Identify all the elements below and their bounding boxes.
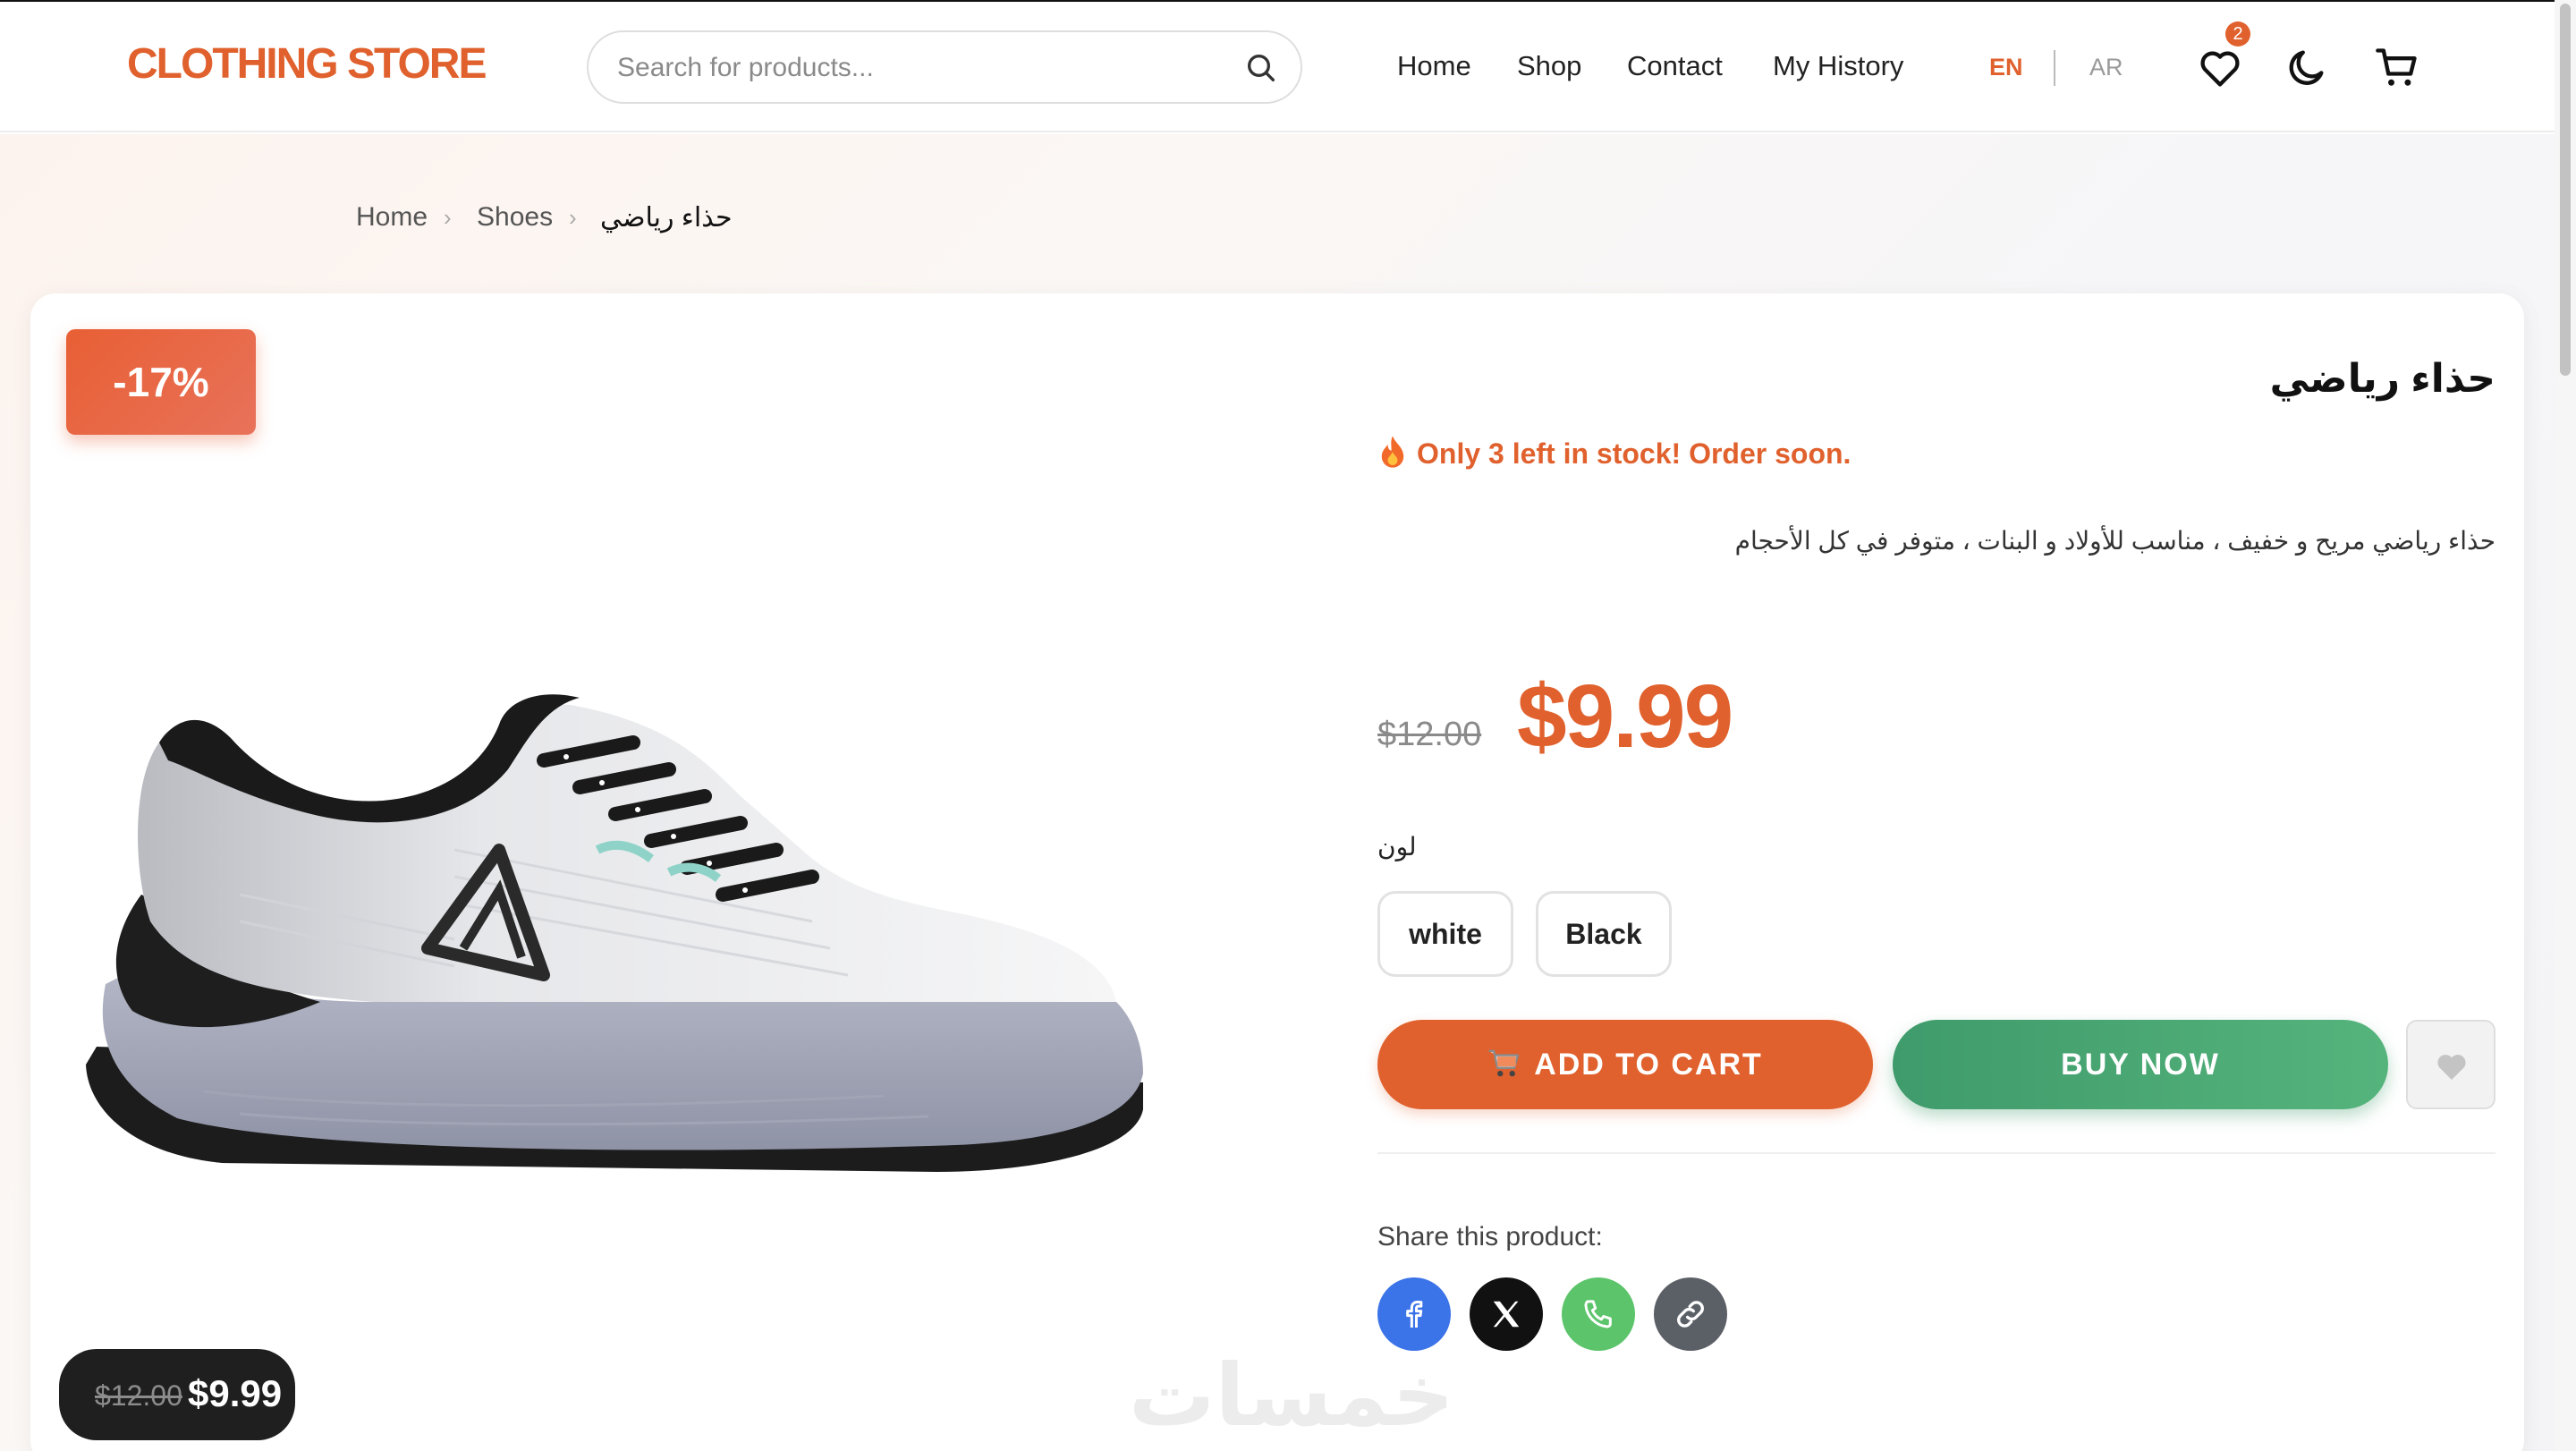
heart-icon	[2437, 1055, 2466, 1080]
color-option-black[interactable]: Black	[1536, 891, 1672, 977]
add-to-cart-label: ADD TO CART	[1534, 1048, 1763, 1082]
wishlist-count-badge: 2	[2225, 21, 2250, 47]
breadcrumb-chevron-icon: ›	[569, 204, 577, 231]
add-to-wishlist-button[interactable]	[2406, 1020, 2496, 1109]
add-to-cart-button[interactable]: ADD TO CART	[1377, 1020, 1873, 1109]
search-input[interactable]	[617, 48, 1225, 88]
product-image[interactable]	[79, 689, 1170, 1190]
shopping-cart-icon	[1488, 1049, 1520, 1077]
facebook-icon	[1406, 1301, 1423, 1328]
sale-price: $9.99	[1517, 666, 1733, 767]
lang-divider	[2054, 50, 2055, 86]
original-price: $12.00	[1377, 716, 1482, 753]
sticky-original-price: $12.00	[95, 1379, 182, 1412]
buy-now-button[interactable]: BUY NOW	[1893, 1020, 2388, 1109]
phone-icon	[1584, 1300, 1612, 1328]
lang-ar-button[interactable]: AR	[2089, 54, 2123, 81]
stock-warning: Only 3 left in stock! Order soon.	[1377, 435, 1851, 471]
breadcrumb-shoes[interactable]: Shoes	[477, 202, 553, 233]
sticky-sale-price: $9.99	[188, 1372, 283, 1414]
scrollbar-thumb[interactable]	[2560, 4, 2571, 376]
site-header: CLOTHING STORE Home Shop Contact My Hist…	[0, 2, 2555, 132]
breadcrumb-home[interactable]: Home	[356, 202, 428, 233]
share-x-button[interactable]	[1470, 1277, 1543, 1351]
nav-shop[interactable]: Shop	[1517, 50, 1581, 82]
nav-my-history[interactable]: My History	[1773, 50, 1903, 82]
section-divider	[1377, 1152, 2496, 1154]
watermark-logo: خمسات	[1129, 1345, 1454, 1446]
cart-icon[interactable]	[2374, 45, 2420, 91]
search-icon[interactable]	[1243, 50, 1279, 86]
color-label: لون	[1377, 833, 1417, 861]
share-label: Share this product:	[1377, 1222, 1603, 1252]
store-logo[interactable]: CLOTHING STORE	[127, 39, 487, 89]
search-bar	[587, 30, 1302, 104]
share-whatsapp-button[interactable]	[1562, 1277, 1635, 1351]
copy-link-button[interactable]	[1654, 1277, 1727, 1351]
breadcrumb-chevron-icon: ›	[444, 204, 452, 231]
link-icon	[1677, 1301, 1704, 1328]
discount-badge: -17%	[66, 329, 256, 435]
share-facebook-button[interactable]	[1377, 1277, 1451, 1351]
lang-en-button[interactable]: EN	[1989, 54, 2023, 81]
product-description: حذاء رياضي مريح و خفيف ، مناسب للأولاد و…	[1734, 527, 2496, 555]
color-option-white[interactable]: white	[1377, 891, 1513, 977]
nav-contact[interactable]: Contact	[1627, 50, 1723, 82]
breadcrumb-current: حذاء رياضي	[600, 203, 733, 233]
x-twitter-icon	[1493, 1301, 1520, 1328]
dark-mode-moon-icon[interactable]	[2283, 45, 2329, 91]
product-title: حذاء رياضي	[2269, 357, 2496, 401]
fire-icon	[1381, 436, 1404, 468]
wishlist-heart-icon[interactable]	[2197, 45, 2243, 91]
nav-home[interactable]: Home	[1397, 50, 1471, 82]
stock-warning-text: Only 3 left in stock! Order soon.	[1417, 437, 1852, 470]
